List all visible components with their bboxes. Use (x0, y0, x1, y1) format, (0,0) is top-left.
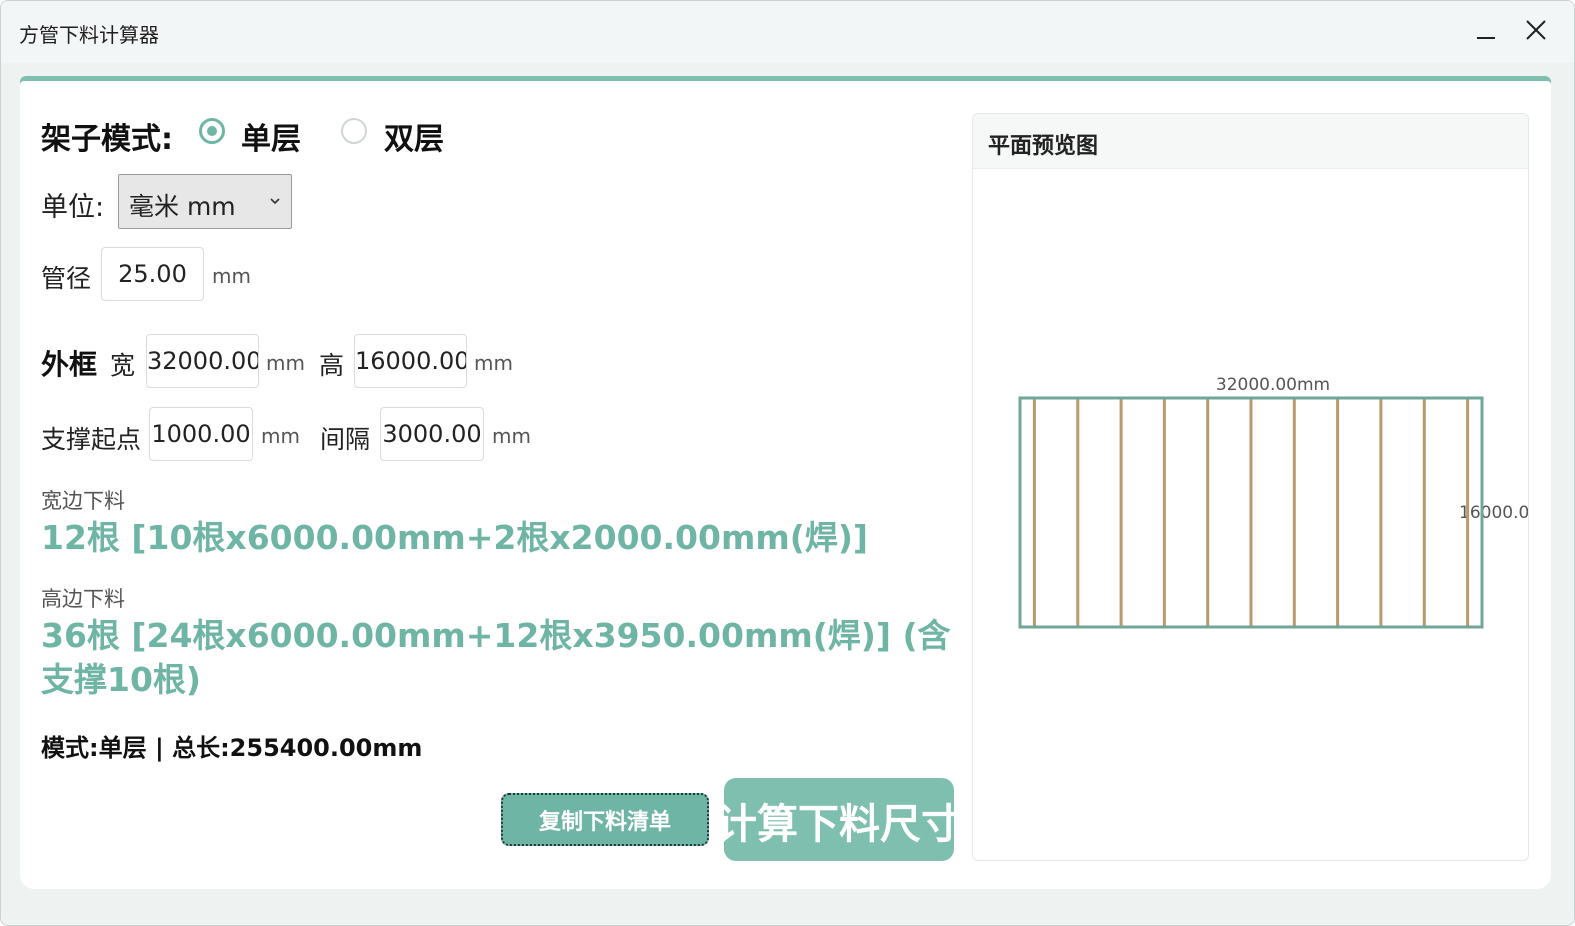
title-bar: 方管下料计算器 (1, 1, 1574, 63)
support-lines (1032, 398, 1470, 627)
frame-height-unit: mm (474, 351, 513, 375)
preview-canvas: 32000.00mm 16000.0 (1018, 375, 1529, 629)
chevron-down-icon (270, 198, 280, 205)
minimize-icon (1477, 37, 1495, 39)
preview-height-text: 16000.0 (1459, 503, 1529, 523)
support-interval-unit: mm (492, 424, 531, 448)
preview-panel: 平面预览图 32000.00mm 16000.0 (972, 113, 1529, 861)
frame-label: 外框 (41, 348, 98, 381)
radio-single-layer[interactable] (199, 118, 225, 144)
preview-width-text: 32000.00mm (1216, 375, 1330, 395)
radio-double-layer[interactable] (341, 118, 367, 144)
support-start-label: 支撑起点 (41, 425, 142, 454)
pipe-diameter-input[interactable] (101, 247, 204, 301)
width-cut-result: 12根 [10根x6000.00mm+2根x2000.00mm(焊)] (41, 518, 868, 557)
unit-label: 单位: (41, 192, 105, 223)
unit-select[interactable]: 毫米 mm (118, 174, 292, 229)
support-start-input[interactable] (149, 407, 253, 461)
frame-width-input[interactable] (146, 334, 259, 388)
height-cut-result: 36根 [24根x6000.00mm+12根x3950.00mm(焊)] (含支… (41, 616, 951, 699)
pipe-diameter-label: 管径 (41, 264, 92, 293)
mode-label: 架子模式: (41, 122, 173, 157)
unit-select-value: 毫米 mm (129, 192, 236, 221)
width-cut-label: 宽边下料 (41, 489, 125, 513)
summary-text: 模式:单层 | 总长:255400.00mm (41, 734, 423, 762)
frame-width-unit: mm (266, 351, 305, 375)
copy-list-button[interactable]: 复制下料清单 (501, 793, 709, 846)
calculate-button[interactable]: 计算下料尺寸 (724, 778, 954, 861)
support-interval-input[interactable] (380, 407, 484, 461)
frame-height-label: 高 (319, 351, 345, 380)
radio-single-layer-label[interactable]: 单层 (241, 114, 301, 158)
close-button[interactable] (1513, 11, 1559, 51)
close-icon (1526, 20, 1546, 40)
window-title: 方管下料计算器 (19, 23, 159, 47)
height-cut-label: 高边下料 (41, 587, 125, 611)
support-interval-label: 间隔 (320, 425, 371, 454)
minimize-button[interactable] (1463, 11, 1509, 51)
app-window: 方管下料计算器 架子模式: 单层 双层 单位: 毫米 mm 管径 mm 外框 宽 (0, 0, 1575, 926)
frame-height-input[interactable] (354, 334, 467, 388)
support-start-unit: mm (261, 424, 300, 448)
pipe-diameter-unit: mm (212, 264, 251, 288)
radio-double-layer-label[interactable]: 双层 (384, 114, 444, 158)
frame-width-label: 宽 (110, 351, 136, 380)
